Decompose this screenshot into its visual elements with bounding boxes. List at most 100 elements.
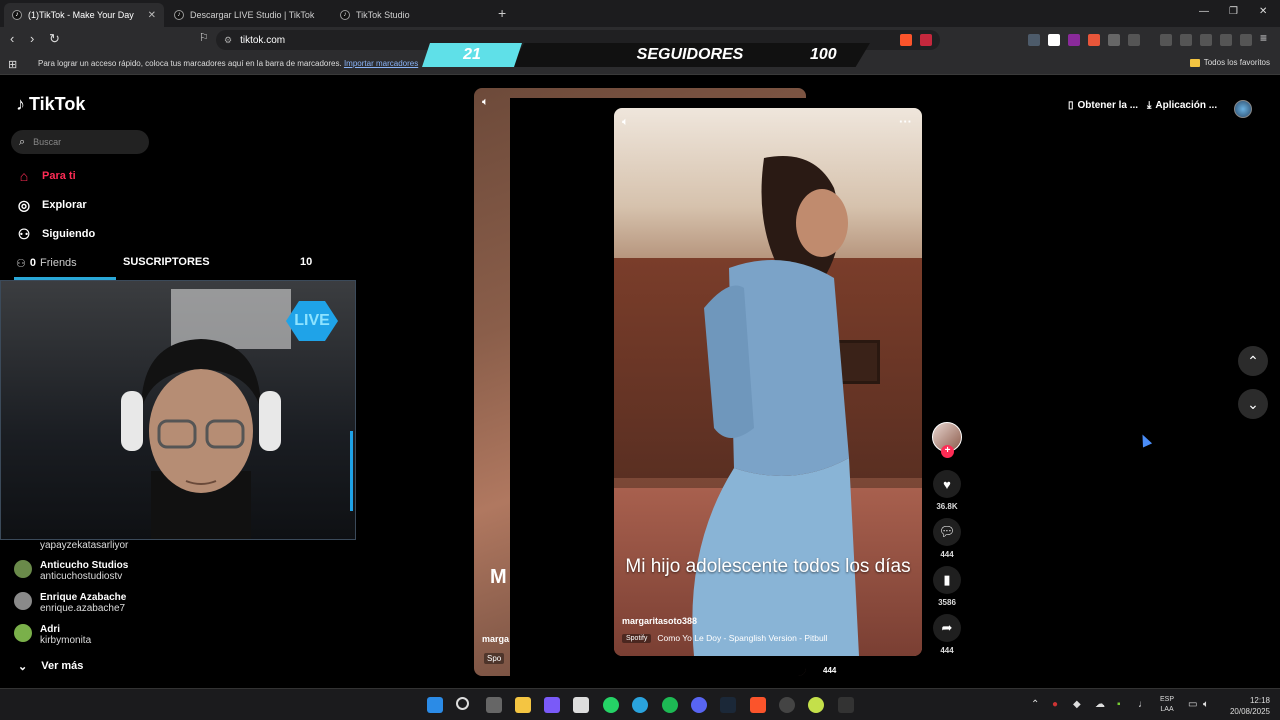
menu-icon[interactable]: ≡ bbox=[1260, 31, 1267, 45]
extension-icon[interactable] bbox=[1088, 34, 1100, 46]
background-caption: M bbox=[490, 566, 507, 588]
close-window-icon[interactable]: ✕ bbox=[1259, 6, 1267, 17]
media-icon[interactable] bbox=[1160, 34, 1172, 46]
follow-plus-icon[interactable]: + bbox=[941, 445, 954, 458]
sidebar-icon[interactable] bbox=[1180, 34, 1192, 46]
language-indicator[interactable]: ESP LAA bbox=[1160, 695, 1174, 715]
puzzle-icon[interactable] bbox=[1108, 34, 1120, 46]
task-view-icon[interactable] bbox=[486, 697, 502, 713]
wallet-icon[interactable] bbox=[1200, 34, 1212, 46]
subscribers-count: 10 bbox=[300, 256, 313, 268]
file-explorer-icon[interactable] bbox=[515, 697, 531, 713]
volume-icon[interactable]: 🔈︎ bbox=[622, 116, 629, 129]
new-tab-button[interactable]: + bbox=[498, 5, 506, 21]
tiktok-logo[interactable]: ♪ TikTok bbox=[16, 94, 85, 115]
webcam-overlay: LIVE bbox=[0, 280, 356, 540]
vpn-icon[interactable] bbox=[1240, 34, 1252, 46]
leo-ai-icon[interactable] bbox=[1220, 34, 1232, 46]
reload-icon[interactable]: ↻ bbox=[49, 31, 60, 47]
site-info-icon[interactable]: ⚙ bbox=[224, 35, 232, 46]
share-button[interactable]: ➦ 444 bbox=[930, 614, 964, 655]
copilot-icon[interactable] bbox=[544, 697, 560, 713]
account-handle: yapayzekatasarliyor bbox=[40, 540, 129, 551]
telegram-icon[interactable] bbox=[632, 697, 648, 713]
tab-tiktok[interactable]: ♪ (1)TikTok - Make Your Day ✕ bbox=[4, 3, 164, 27]
forward-icon[interactable]: › bbox=[30, 31, 34, 46]
maximize-icon[interactable]: ❐ bbox=[1229, 6, 1238, 17]
screenshot-icon[interactable] bbox=[1128, 34, 1140, 46]
following-account[interactable]: Anticucho Studios anticuchostudiostv bbox=[14, 560, 214, 582]
extension-icon[interactable] bbox=[1028, 34, 1040, 46]
tab-tiktok-studio[interactable]: ♪ TikTok Studio bbox=[332, 3, 494, 27]
brave-icon[interactable] bbox=[750, 697, 766, 713]
spotify-icon[interactable] bbox=[662, 697, 678, 713]
microphone-muted-icon[interactable]: ● bbox=[1052, 699, 1058, 710]
apps-grid-icon[interactable]: ⊞ bbox=[8, 58, 17, 71]
comment-icon: 💬︎ bbox=[933, 518, 961, 546]
tiktok-favicon-icon: ♪ bbox=[174, 10, 184, 20]
video-player[interactable]: 🔈︎ ··· Mi hijo adolescente todos los día… bbox=[614, 108, 922, 656]
search-icon[interactable] bbox=[456, 697, 469, 710]
chevron-down-icon: ⌄ bbox=[1247, 395, 1259, 412]
all-favorites[interactable]: Todos los favoritos bbox=[1189, 58, 1270, 67]
download-app-button[interactable]: ⤓ Aplicación ... bbox=[1147, 100, 1217, 111]
discord-icon[interactable] bbox=[691, 697, 707, 713]
windows-start-icon[interactable] bbox=[427, 697, 443, 713]
steam-icon[interactable] bbox=[720, 697, 736, 713]
close-tab-icon[interactable]: ✕ bbox=[148, 10, 156, 21]
brave-shield-icon[interactable] bbox=[900, 34, 912, 46]
tray-chevron-icon[interactable]: ⌃ bbox=[1031, 699, 1039, 710]
nav-following[interactable]: ⚇ Siguiendo bbox=[16, 226, 95, 242]
brave-rewards-icon[interactable] bbox=[920, 34, 932, 46]
obs-icon[interactable] bbox=[779, 697, 795, 713]
back-icon[interactable]: ‹ bbox=[10, 31, 14, 46]
avatar bbox=[14, 592, 32, 610]
creator-avatar[interactable]: + bbox=[930, 422, 964, 458]
next-video-button[interactable]: ⌄ bbox=[1238, 389, 1268, 419]
following-icon: ⚇ bbox=[17, 225, 31, 242]
following-account[interactable]: Enrique Azabache enrique.azabache7 bbox=[14, 592, 214, 614]
see-more-button[interactable]: ⌄ Ver más bbox=[18, 660, 83, 673]
profile-avatar[interactable] bbox=[1234, 100, 1252, 118]
comment-button[interactable]: 💬︎ 444 bbox=[930, 518, 964, 559]
following-account[interactable]: Adri kirbymonita bbox=[14, 624, 214, 646]
bookmark-icon: ▮ bbox=[933, 566, 961, 594]
minimize-icon[interactable]: — bbox=[1199, 6, 1209, 17]
heart-icon: ♥ bbox=[933, 470, 961, 498]
app-icon[interactable] bbox=[808, 697, 824, 713]
search-placeholder: Buscar bbox=[33, 137, 62, 147]
microphone-icon[interactable]: ♩ bbox=[1138, 699, 1148, 710]
nvidia-icon[interactable]: ▪ bbox=[1117, 699, 1121, 710]
nav-for-you[interactable]: ⌂ Para ti bbox=[16, 168, 76, 184]
nav-friends[interactable]: ⚇ 0 Friends bbox=[16, 257, 77, 270]
extension-m-icon[interactable] bbox=[1048, 34, 1060, 46]
save-count: 3586 bbox=[938, 598, 956, 607]
url-text: tiktok.com bbox=[240, 34, 286, 46]
store-icon[interactable] bbox=[573, 697, 589, 713]
like-button[interactable]: ♥ 36.8K bbox=[930, 470, 964, 511]
speaker-icon[interactable]: 🔈︎ bbox=[482, 96, 489, 109]
chevron-down-icon: ⌄ bbox=[18, 661, 28, 673]
more-options-icon[interactable]: ··· bbox=[899, 114, 912, 129]
search-input[interactable]: ⌕ Buscar bbox=[11, 130, 149, 154]
video-username[interactable]: margaritasoto388 bbox=[622, 616, 697, 626]
nav-explore[interactable]: ◎ Explorar bbox=[16, 197, 87, 213]
save-button[interactable]: ▮ 3586 bbox=[930, 566, 964, 607]
onedrive-icon[interactable]: ☁ bbox=[1095, 699, 1105, 710]
extension-icon[interactable] bbox=[1068, 34, 1080, 46]
following-account[interactable]: yapayzekatasarliyor bbox=[14, 540, 214, 551]
tiktok-live-studio-icon[interactable] bbox=[838, 697, 854, 713]
display-icon[interactable]: ▭ bbox=[1188, 699, 1197, 710]
volume-icon[interactable]: 🔈︎ bbox=[1203, 699, 1209, 710]
tab-live-studio[interactable]: ♪ Descargar LIVE Studio | TikTok bbox=[166, 3, 328, 27]
previous-video-button[interactable]: ⌃ bbox=[1238, 346, 1268, 376]
subscribers-label: SUSCRIPTORES bbox=[123, 256, 210, 268]
get-coins-button[interactable]: ▯ Obtener la ... bbox=[1068, 100, 1138, 111]
steam-tray-icon[interactable]: ◆ bbox=[1073, 699, 1081, 710]
spotify-badge: Spotify bbox=[622, 633, 652, 643]
clock[interactable]: 12:18 20/08/2025 bbox=[1222, 695, 1270, 717]
bookmark-icon[interactable]: ⚐ bbox=[199, 31, 209, 44]
import-bookmarks-link[interactable]: Importar marcadores bbox=[344, 59, 418, 68]
video-music[interactable]: Spotify Como Yo Le Doy - Spanglish Versi… bbox=[622, 633, 828, 643]
whatsapp-icon[interactable] bbox=[603, 697, 619, 713]
